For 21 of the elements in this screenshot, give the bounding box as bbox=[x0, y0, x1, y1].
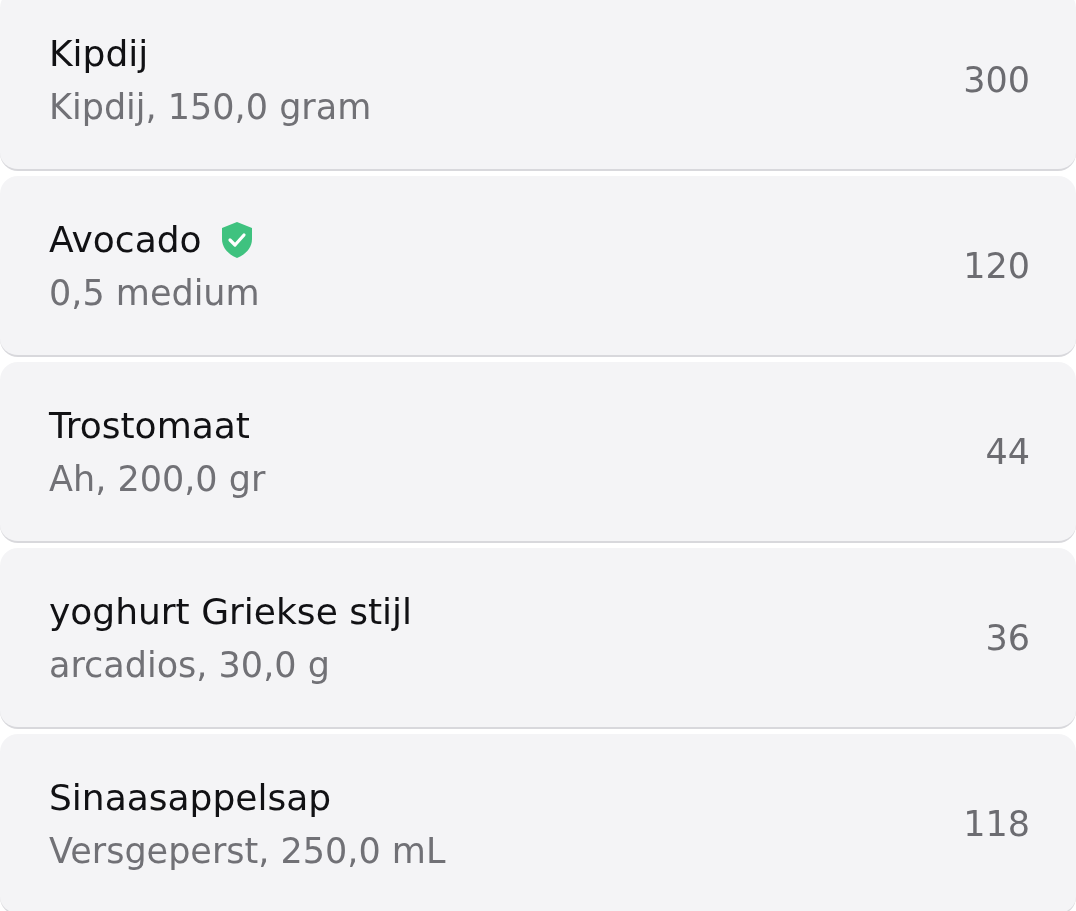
food-entry-card[interactable]: Trostomaat Ah, 200,0 gr 44 bbox=[0, 362, 1076, 543]
calorie-count: 118 bbox=[963, 803, 1030, 844]
verified-shield-icon bbox=[219, 220, 254, 259]
food-name: Trostomaat bbox=[49, 403, 250, 448]
calorie-count: 300 bbox=[963, 59, 1030, 100]
food-portion: Kipdij, 150,0 gram bbox=[49, 85, 372, 129]
food-portion: Ah, 200,0 gr bbox=[49, 457, 266, 501]
food-entry-card[interactable]: yoghurt Griekse stijl arcadios, 30,0 g 36 bbox=[0, 548, 1076, 729]
food-portion: Versgeperst, 250,0 mL bbox=[49, 829, 446, 873]
food-name: Sinaasappelsap bbox=[49, 775, 332, 820]
calorie-count: 120 bbox=[963, 245, 1030, 286]
food-name: Avocado bbox=[49, 217, 202, 262]
food-entry-card[interactable]: Avocado 0,5 medium 120 bbox=[0, 176, 1076, 357]
food-entry-card[interactable]: Sinaasappelsap Versgeperst, 250,0 mL 118 bbox=[0, 734, 1076, 911]
food-name: yoghurt Griekse stijl bbox=[49, 589, 413, 634]
calorie-count: 44 bbox=[985, 431, 1030, 472]
food-portion: 0,5 medium bbox=[49, 271, 260, 315]
food-portion: arcadios, 30,0 g bbox=[49, 643, 331, 687]
food-name: Kipdij bbox=[49, 31, 149, 76]
calorie-count: 36 bbox=[985, 617, 1030, 658]
food-entry-card[interactable]: Kipdij Kipdij, 150,0 gram 300 bbox=[0, 0, 1076, 171]
